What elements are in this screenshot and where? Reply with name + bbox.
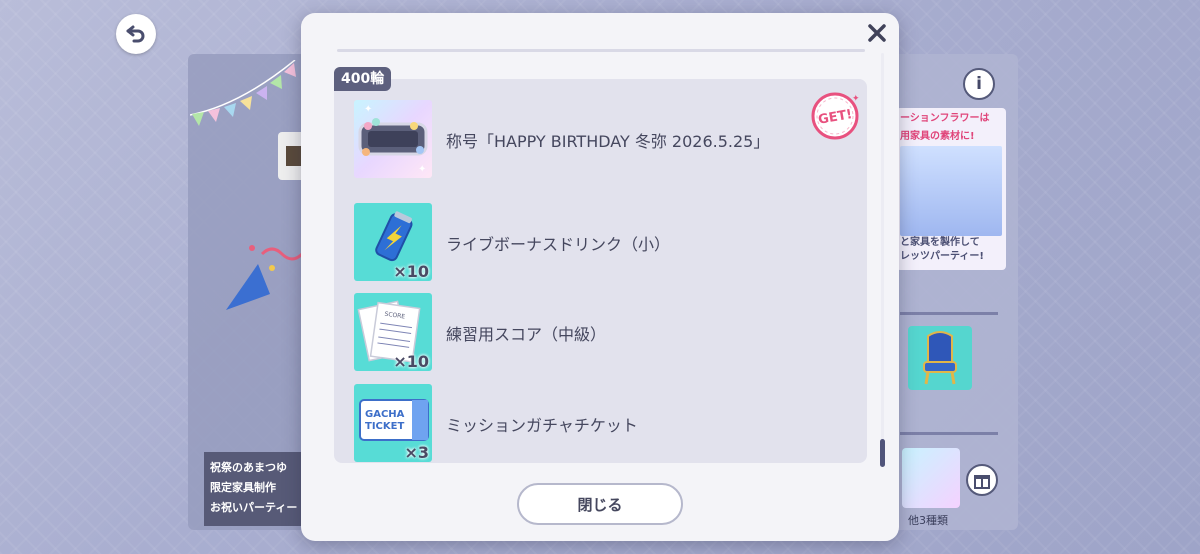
scrollbar-track[interactable] bbox=[881, 53, 884, 465]
reward-name: 称号「HAPPY BIRTHDAY 冬弥 2026.5.25」 bbox=[446, 132, 770, 151]
score-sheet-icon: SCORE ×10 bbox=[354, 293, 432, 371]
tier-label: 400輪 bbox=[334, 67, 392, 91]
back-arrow-icon bbox=[126, 25, 145, 43]
banner-line-4: レッツパーティー! bbox=[900, 251, 984, 262]
reward-preview-thumbnail[interactable] bbox=[902, 448, 960, 508]
list-item: SCORE ×10 練習用スコア（中級） bbox=[354, 293, 834, 373]
reward-quantity: ×10 bbox=[393, 262, 429, 281]
svg-text:GACHA: GACHA bbox=[365, 409, 405, 420]
event-banner[interactable]: ーションフラワーは 用家具の素材に! と家具を製作して レッツパーティー! bbox=[896, 108, 1006, 270]
more-types-caption: 他3種類 bbox=[908, 514, 948, 527]
energy-drink-icon: ×10 bbox=[354, 203, 432, 281]
divider bbox=[900, 312, 998, 315]
event-caption-3: お祝いパーティー bbox=[210, 501, 298, 514]
list-item: ×10 ライブボーナスドリンク（小） bbox=[354, 203, 834, 283]
reward-detail-dialog: ✦ ✦ 称号「HAPPY BIRTHDAY 冬弥 2026.5.25」 ×10 … bbox=[301, 13, 899, 541]
list-item: ✦ ✦ 称号「HAPPY BIRTHDAY 冬弥 2026.5.25」 bbox=[354, 100, 834, 180]
scrollbar-thumb[interactable] bbox=[880, 439, 885, 467]
svg-text:✦: ✦ bbox=[852, 94, 860, 104]
svg-text:✦: ✦ bbox=[418, 164, 426, 175]
title-plate-icon: ✦ ✦ bbox=[354, 100, 432, 178]
close-button[interactable]: 閉じる bbox=[517, 483, 683, 525]
list-item: GACHA TICKET ×3 ミッションガチャチケット bbox=[354, 384, 834, 463]
reward-quantity: ×3 bbox=[404, 443, 429, 462]
banner-line-1: ーションフラワーは bbox=[900, 113, 990, 124]
get-badge: GET! ✦ bbox=[810, 91, 860, 141]
reward-list[interactable]: ✦ ✦ 称号「HAPPY BIRTHDAY 冬弥 2026.5.25」 ×10 … bbox=[334, 79, 867, 463]
party-hat-icon bbox=[226, 245, 302, 310]
reward-quantity: ×10 bbox=[393, 352, 429, 371]
svg-text:TICKET: TICKET bbox=[365, 421, 404, 432]
gift-icon bbox=[974, 475, 990, 489]
close-icon bbox=[868, 24, 886, 42]
chair-icon bbox=[923, 331, 957, 385]
svg-text:✦: ✦ bbox=[364, 104, 372, 115]
event-caption-1: 祝祭のあまつゆ bbox=[210, 461, 287, 474]
bunting-decoration bbox=[190, 60, 296, 126]
reward-name: 練習用スコア（中級） bbox=[446, 325, 607, 344]
divider bbox=[900, 432, 998, 435]
info-icon: i bbox=[976, 74, 982, 94]
close-dialog-button[interactable] bbox=[863, 19, 891, 47]
event-caption-2: 限定家具制作 bbox=[210, 481, 276, 494]
top-divider bbox=[337, 49, 865, 52]
banner-line-2: 用家具の素材に! bbox=[900, 131, 975, 142]
banner-art bbox=[900, 146, 1002, 236]
back-button[interactable] bbox=[116, 14, 156, 54]
gacha-ticket-icon: GACHA TICKET ×3 bbox=[354, 384, 432, 462]
gift-button[interactable] bbox=[966, 464, 998, 496]
reward-name: ライブボーナスドリンク（小） bbox=[446, 235, 671, 254]
banner-line-3: と家具を製作して bbox=[900, 237, 980, 248]
event-caption-list: 祝祭のあまつゆ 限定家具制作 お祝いパーティー bbox=[204, 452, 308, 526]
chair-reward-thumbnail[interactable] bbox=[908, 326, 972, 390]
info-button[interactable]: i bbox=[963, 68, 995, 100]
reward-name: ミッションガチャチケット bbox=[446, 416, 638, 435]
